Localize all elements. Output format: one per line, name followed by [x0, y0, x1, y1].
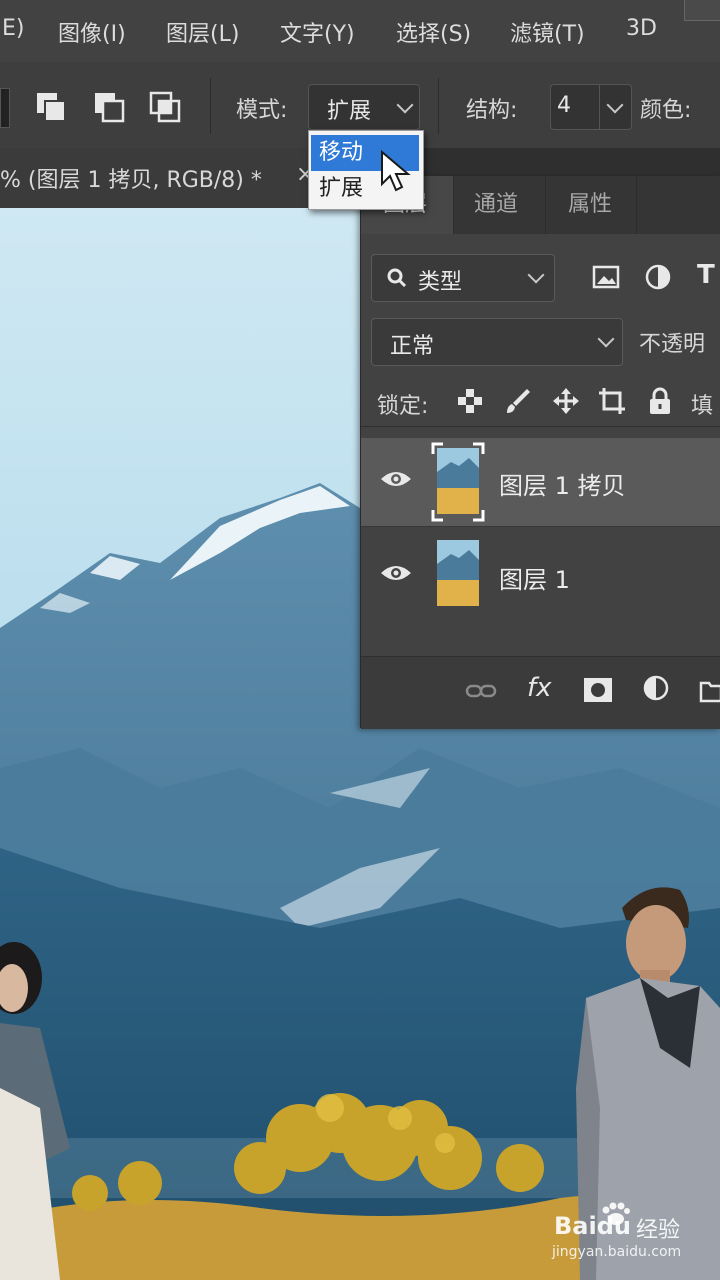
layer-name[interactable]: 图层 1 拷贝 [499, 466, 626, 501]
layer-thumbnail [437, 540, 479, 606]
tab-properties[interactable]: 属性 [545, 176, 637, 234]
mode-label: 模式: [236, 98, 288, 123]
structure-select[interactable]: 4 [550, 84, 632, 130]
separator [210, 78, 211, 134]
blend-mode-value: 正常 [390, 334, 435, 359]
fx-icon[interactable]: fx [527, 673, 552, 703]
separator [438, 78, 439, 134]
tab-channels-label: 通道 [474, 192, 519, 217]
type-filter-icon[interactable]: T [697, 260, 715, 290]
link-layers-icon[interactable] [465, 681, 497, 701]
chevron-down-icon [396, 96, 414, 114]
chevron-down-icon [597, 330, 615, 348]
image-filter-icon[interactable] [591, 262, 621, 292]
baidu-jingyan-watermark: Baidu 经验 jingyan.baidu.com [552, 1200, 712, 1270]
layer-mask-icon[interactable] [583, 677, 613, 703]
opacity-label: 不透明 [639, 332, 706, 357]
menu-type[interactable]: 文字(Y) [280, 16, 355, 48]
selection-frame-icon [431, 442, 485, 522]
lock-all-icon[interactable] [645, 386, 675, 416]
menu-3d[interactable]: 3D [626, 16, 657, 41]
paw-icon [602, 1202, 630, 1225]
lock-label: 锁定: [377, 394, 429, 419]
lock-position-move-icon[interactable] [551, 386, 581, 416]
layers-panel-footer: fx [361, 656, 720, 729]
window-control[interactable] [684, 0, 720, 21]
eye-icon[interactable] [379, 562, 413, 584]
tab-channels[interactable]: 通道 [453, 176, 545, 234]
chevron-down-icon [606, 96, 624, 114]
mouse-cursor-icon [381, 150, 411, 192]
lock-artboard-crop-icon[interactable] [597, 386, 627, 416]
watermark-brand-cn: 经验 [636, 1218, 681, 1243]
tab-properties-label: 属性 [568, 192, 613, 217]
layers-panel: 图层 通道 属性 类型 T 正常 不透明 锁定: [360, 176, 720, 729]
fill-label: 填 [691, 394, 714, 419]
layer-row-copy[interactable]: 图层 1 拷贝 [361, 438, 720, 526]
separator [361, 526, 720, 527]
eye-icon[interactable] [379, 468, 413, 490]
chevron-down-icon [527, 266, 545, 284]
menu-layer[interactable]: 图层(L) [166, 16, 239, 48]
new-group-folder-icon[interactable] [699, 677, 720, 703]
layer-filter-select[interactable]: 类型 [371, 254, 555, 302]
layer-name[interactable]: 图层 1 [499, 560, 570, 595]
watermark-url: jingyan.baidu.com [552, 1244, 682, 1260]
structure-select-value: 4 [557, 93, 571, 118]
intersect-selection-icon[interactable] [148, 90, 182, 124]
menu-image[interactable]: 图像(I) [58, 16, 126, 48]
adjustment-filter-icon[interactable] [643, 262, 673, 292]
new-selection-icon[interactable] [34, 90, 68, 124]
adjustment-layer-icon[interactable] [643, 675, 673, 705]
structure-label: 结构: [466, 98, 518, 123]
subtract-selection-icon[interactable] [92, 90, 126, 124]
document-tab[interactable]: % (图层 1 拷贝, RGB/8) * × [0, 148, 340, 208]
color-label: 颜色: [640, 98, 692, 123]
tool-preset-picker[interactable] [0, 88, 10, 128]
lock-transparent-icon[interactable] [455, 386, 485, 416]
separator [361, 426, 720, 427]
menu-filter[interactable]: 滤镜(T) [510, 16, 585, 48]
menu-bar: E) 图像(I) 图层(L) 文字(Y) 选择(S) 滤镜(T) 3D [0, 0, 720, 63]
separator [599, 85, 600, 129]
menu-select[interactable]: 选择(S) [396, 16, 471, 48]
document-tab-title: % (图层 1 拷贝, RGB/8) * [0, 168, 262, 193]
layer-filter-value: 类型 [418, 270, 463, 295]
search-icon [387, 268, 407, 288]
blend-mode-select[interactable]: 正常 [371, 318, 623, 366]
menu-edit[interactable]: E) [2, 16, 24, 41]
lock-pixels-brush-icon[interactable] [503, 386, 533, 416]
layer-row-base[interactable]: 图层 1 [361, 528, 720, 616]
mode-select[interactable]: 扩展 [308, 84, 420, 130]
mode-select-value: 扩展 [327, 99, 372, 124]
